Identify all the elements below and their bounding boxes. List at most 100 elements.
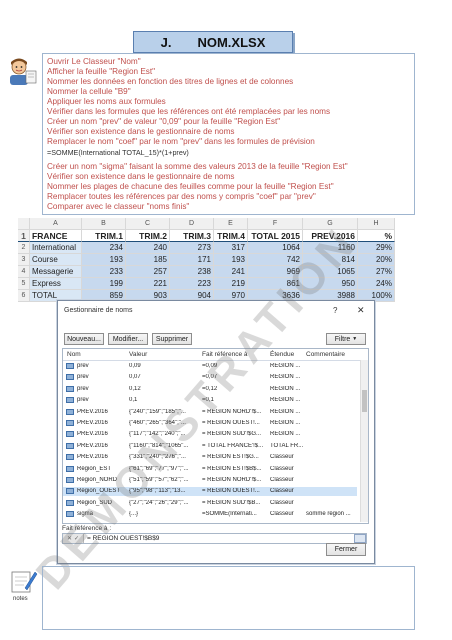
row-number[interactable]: 2 bbox=[18, 242, 30, 254]
help-button[interactable]: ? bbox=[333, 306, 337, 315]
spreadsheet-cell[interactable]: 233 bbox=[82, 266, 126, 278]
name-list-row[interactable]: PREV.2016 {"460";"265";"364";"... = REGION… bbox=[63, 419, 357, 428]
named-range-icon bbox=[66, 363, 74, 369]
refers-to-cell: = TOTAL FRANCE'!$... bbox=[202, 442, 264, 449]
spreadsheet-cell[interactable]: 742 bbox=[248, 254, 303, 266]
column-letter[interactable]: C bbox=[126, 218, 170, 230]
spreadsheet-cell[interactable]: 241 bbox=[214, 266, 248, 278]
spreadsheet-cell[interactable]: 193 bbox=[82, 254, 126, 266]
vertical-scrollbar[interactable] bbox=[360, 360, 368, 522]
column-letter[interactable]: B bbox=[82, 218, 126, 230]
row-number[interactable]: 1 bbox=[18, 230, 30, 242]
spreadsheet-cell[interactable]: 950 bbox=[303, 278, 358, 290]
name-list-row[interactable]: PREV.2016 {"1160";"814";"1065"... = TOTAL … bbox=[63, 442, 357, 451]
value-cell: {"51";"59";"57";"62";"... bbox=[129, 477, 189, 483]
instruction-line: Remplacer le nom "coef" par le nom "prev… bbox=[47, 137, 315, 146]
check-icon[interactable]: ✓ bbox=[74, 535, 79, 542]
refers-to-field[interactable]: ✕ ✓ = REGION OUEST!$B$9 bbox=[62, 533, 367, 544]
column-header-scope[interactable]: Étendue bbox=[270, 351, 294, 358]
value-cell: {"27";"24";"26";"29";"... bbox=[129, 499, 189, 506]
spreadsheet-cell[interactable]: 814 bbox=[303, 254, 358, 266]
close-dialog-button[interactable]: Fermer bbox=[326, 543, 366, 556]
row-number[interactable]: 5 bbox=[18, 278, 30, 290]
name-cell: Région_SUD bbox=[77, 499, 113, 506]
spreadsheet-cell[interactable]: 219 bbox=[214, 278, 248, 290]
spreadsheet-cell[interactable]: 171 bbox=[170, 254, 214, 266]
spreadsheet-cell[interactable]: 238 bbox=[170, 266, 214, 278]
spreadsheet-cell[interactable]: 221 bbox=[126, 278, 170, 290]
names-list[interactable]: Nom Valeur Fait référence à Étendue Comm… bbox=[62, 348, 369, 524]
spreadsheet-cell[interactable]: TRIM.4 bbox=[214, 230, 248, 242]
row-number[interactable]: 6 bbox=[18, 290, 30, 302]
name-list-row[interactable]: Région_OUEST {"95";"98";"113";"13... = REG… bbox=[63, 487, 357, 497]
spreadsheet-cell[interactable]: 1065 bbox=[303, 266, 358, 278]
filter-button[interactable]: Filtre ▼ bbox=[326, 333, 366, 345]
column-header-value[interactable]: Valeur bbox=[129, 351, 147, 358]
column-letter[interactable]: A bbox=[30, 218, 82, 230]
spreadsheet-cell[interactable]: 1160 bbox=[303, 242, 358, 254]
spreadsheet-cell[interactable]: 24% bbox=[358, 278, 395, 290]
spreadsheet-cell[interactable]: 27% bbox=[358, 266, 395, 278]
name-list-row[interactable]: Région_SUD {"27";"24";"26";"29";"... = REG… bbox=[63, 499, 357, 508]
spreadsheet-cell[interactable]: 969 bbox=[248, 266, 303, 278]
spreadsheet-cell[interactable]: 1064 bbox=[248, 242, 303, 254]
refers-to-cell: = REGION OUEST!... bbox=[202, 488, 260, 495]
named-range-icon bbox=[66, 374, 74, 381]
delete-name-button[interactable]: Supprimer bbox=[152, 333, 192, 345]
named-range-icon bbox=[66, 420, 74, 426]
spreadsheet-cell[interactable]: TRIM.3 bbox=[170, 230, 214, 242]
column-header-comment[interactable]: Commentaire bbox=[306, 351, 345, 358]
row-number[interactable]: 3 bbox=[18, 254, 30, 266]
name-list-row[interactable]: PREV.2016 {"331";"240";"276";"... = REGION… bbox=[63, 453, 357, 462]
spreadsheet-cell[interactable]: International bbox=[30, 242, 82, 254]
spreadsheet-cell[interactable]: PREV.2016 bbox=[303, 230, 358, 242]
column-letter[interactable]: D bbox=[170, 218, 214, 230]
spreadsheet-cell[interactable]: 861 bbox=[248, 278, 303, 290]
spreadsheet-cell[interactable]: 273 bbox=[170, 242, 214, 254]
spreadsheet-cell[interactable]: TOTAL 2015 bbox=[248, 230, 303, 242]
notes-box[interactable] bbox=[42, 566, 415, 630]
cancel-icon[interactable]: ✕ bbox=[67, 535, 72, 542]
name-list-row[interactable]: prev 0,12 =0,12 REGION ... bbox=[63, 385, 357, 394]
edit-name-button[interactable]: Modifier... bbox=[108, 333, 148, 345]
scroll-thumb[interactable] bbox=[362, 390, 367, 412]
name-list-row[interactable]: PREV.2016 {"240";"159";"185";"... = REGION… bbox=[63, 408, 357, 417]
row-number[interactable]: 4 bbox=[18, 266, 30, 278]
spreadsheet-cell[interactable]: 199 bbox=[82, 278, 126, 290]
name-list-row[interactable]: Région_NORD {"51";"59";"57";"62";"... = RE… bbox=[63, 476, 357, 485]
spreadsheet-cell[interactable]: FRANCE bbox=[30, 230, 82, 242]
close-icon[interactable]: ✕ bbox=[357, 305, 365, 316]
spreadsheet-cell[interactable]: TRIM.1 bbox=[82, 230, 126, 242]
name-list-row[interactable]: prev 0,1 =0,1 REGION ... bbox=[63, 396, 357, 405]
spreadsheet-cell[interactable]: 234 bbox=[82, 242, 126, 254]
name-cell: prev bbox=[77, 397, 89, 404]
spreadsheet-cell[interactable]: Messagerie bbox=[30, 266, 82, 278]
column-header-name[interactable]: Nom bbox=[67, 351, 81, 358]
spreadsheet-cell[interactable]: TRIM.2 bbox=[126, 230, 170, 242]
name-list-row[interactable]: Région_EST {"61";"69";"77";"97";"... = REG… bbox=[63, 465, 357, 474]
name-list-row[interactable]: prev 0,07 =0,07 REGION ... bbox=[63, 373, 357, 382]
column-header-refers-to[interactable]: Fait référence à bbox=[202, 351, 248, 358]
name-list-row[interactable]: prev 0,09 =0,09 REGION ... bbox=[63, 362, 357, 371]
spreadsheet-cell[interactable]: 29% bbox=[358, 242, 395, 254]
refers-to-value[interactable]: = REGION OUEST!$B$9 bbox=[84, 535, 159, 542]
new-name-button[interactable]: Nouveau... bbox=[64, 333, 104, 345]
spreadsheet-cell[interactable]: 257 bbox=[126, 266, 170, 278]
spreadsheet-cell[interactable]: 223 bbox=[170, 278, 214, 290]
instruction-line: Ouvrir Le Classeur "Nom" bbox=[47, 57, 141, 66]
name-list-row[interactable]: sigma {...} =SOMME(Internati... Classeur som… bbox=[63, 510, 357, 519]
spreadsheet-cell[interactable]: Express bbox=[30, 278, 82, 290]
spreadsheet-cell[interactable]: 193 bbox=[214, 254, 248, 266]
spreadsheet-cell[interactable]: % bbox=[358, 230, 395, 242]
column-letter[interactable]: F bbox=[248, 218, 303, 230]
spreadsheet-cell[interactable]: 185 bbox=[126, 254, 170, 266]
spreadsheet-cell[interactable]: 20% bbox=[358, 254, 395, 266]
name-list-row[interactable]: PREV.2016 {"117";"142";"240";"... = REGION… bbox=[63, 430, 357, 439]
range-select-icon[interactable] bbox=[354, 534, 366, 543]
spreadsheet-cell[interactable]: Course bbox=[30, 254, 82, 266]
column-letter[interactable]: E bbox=[214, 218, 248, 230]
column-letter[interactable]: H bbox=[358, 218, 395, 230]
spreadsheet-cell[interactable]: 240 bbox=[126, 242, 170, 254]
spreadsheet-cell[interactable]: 317 bbox=[214, 242, 248, 254]
column-letter[interactable]: G bbox=[303, 218, 358, 230]
